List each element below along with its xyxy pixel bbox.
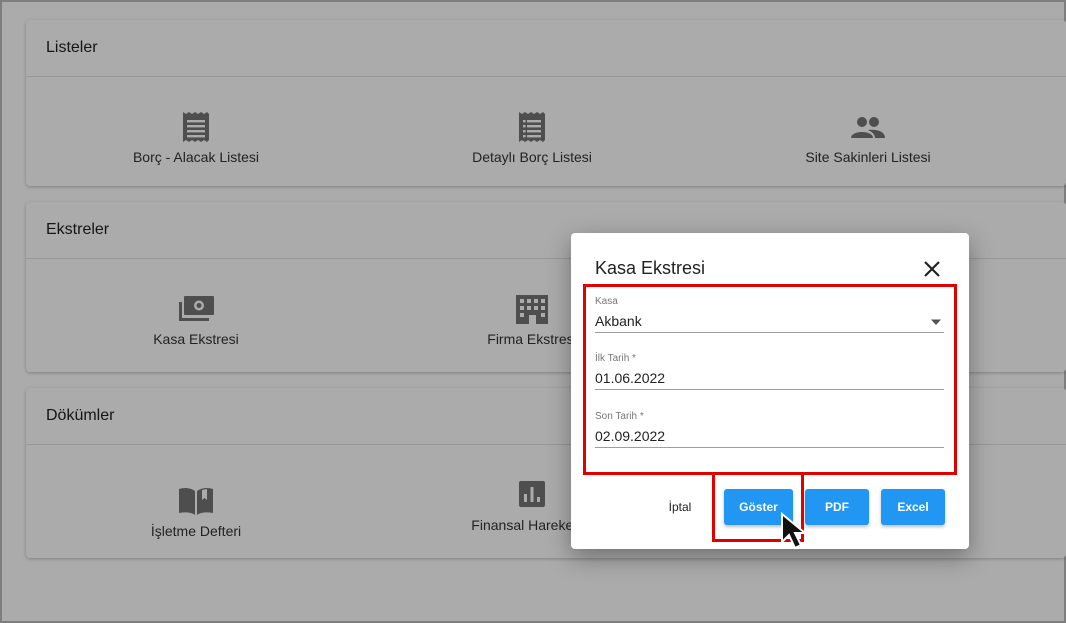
close-icon[interactable] [921, 258, 943, 280]
excel-button[interactable]: Excel [881, 489, 945, 525]
cancel-button[interactable]: İptal [659, 489, 701, 525]
dialog-title: Kasa Ekstresi [595, 258, 706, 278]
kasa-ekstresi-dialog: Kasa Ekstresi Kasa Akbank İlk Tarih * 01… [571, 233, 969, 549]
fields-highlight-box [583, 284, 957, 475]
mouse-pointer-icon [781, 511, 808, 550]
